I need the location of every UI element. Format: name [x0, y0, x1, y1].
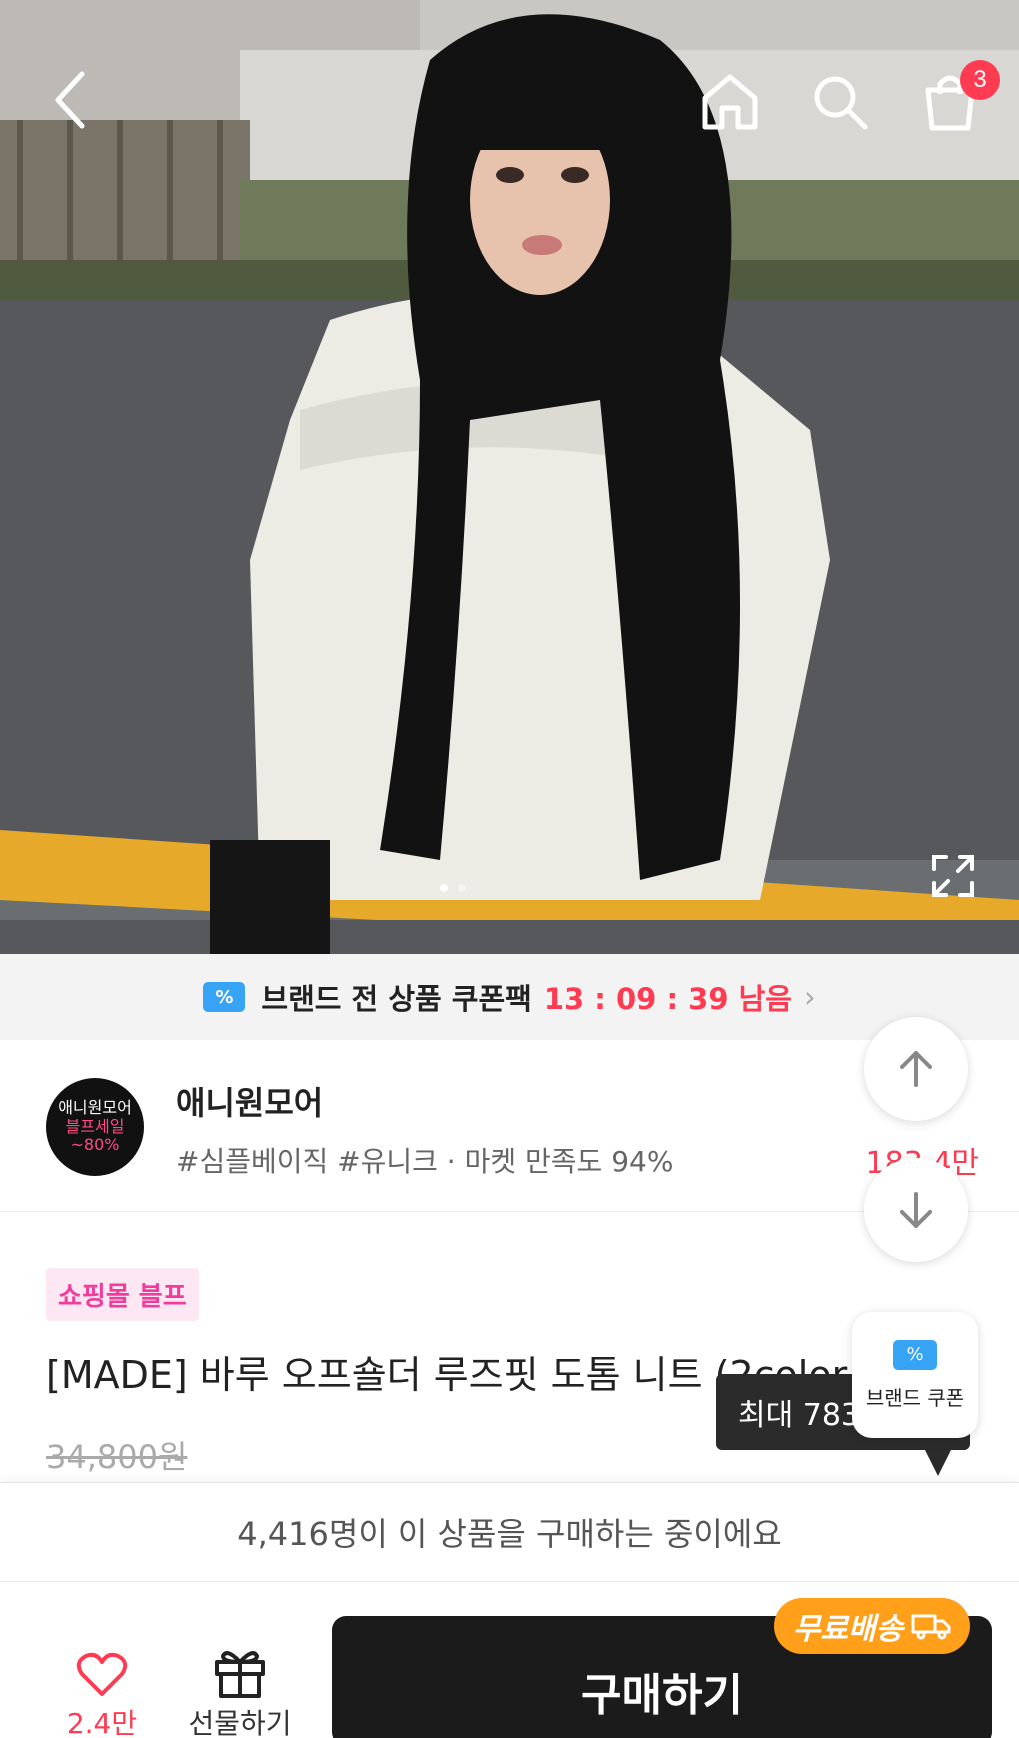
- arrow-down-icon: [900, 1192, 932, 1228]
- heart-icon: [76, 1652, 128, 1696]
- coupon-pack-banner[interactable]: % 브랜드 전 상품 쿠폰팩 13 : 09 : 39 남음 ›: [0, 954, 1019, 1040]
- expand-icon: [931, 854, 974, 897]
- brand-coupon-button[interactable]: % 브랜드 쿠폰: [852, 1312, 978, 1438]
- pager-dot: [440, 884, 448, 892]
- brand-logo-discount: ~80%: [70, 1135, 120, 1155]
- truck-icon: [911, 1614, 951, 1640]
- wishlist-button[interactable]: 2.4만: [62, 1652, 142, 1738]
- brand-tags: #심플베이직 #유니크 · 마켓 만족도 94%: [176, 1145, 674, 1178]
- buy-label: 구매하기: [581, 1670, 743, 1721]
- search-button[interactable]: [800, 62, 880, 142]
- coupon-icon: %: [203, 982, 246, 1012]
- mall-sale-tag: 쇼핑몰 블프: [46, 1268, 199, 1321]
- image-pager-dots: [440, 884, 466, 892]
- coupon-icon: %: [893, 1339, 937, 1370]
- scroll-bottom-button[interactable]: [864, 1158, 968, 1262]
- brand-coupon-label: 브랜드 쿠폰: [865, 1385, 965, 1410]
- free-shipping-badge: 무료배송: [774, 1598, 970, 1654]
- free-shipping-label: 무료배송: [792, 1612, 904, 1647]
- gift-icon: [215, 1651, 265, 1698]
- arrow-up-icon: [900, 1051, 932, 1087]
- cart-count-badge: 3: [960, 60, 1000, 100]
- product-photo: [0, 0, 1019, 954]
- brand-logo-sale: 블프세일: [65, 1116, 125, 1136]
- gift-button[interactable]: 선물하기: [180, 1646, 300, 1738]
- brand-logo[interactable]: 애니원모어 블프세일 ~80%: [46, 1078, 144, 1176]
- chevron-right-icon: ›: [803, 980, 816, 1014]
- bottom-action-bar: 2.4만 선물하기 구매하기 무료배송: [0, 1582, 1019, 1738]
- coupon-timer: 13 : 09 : 39 남음: [543, 982, 792, 1016]
- home-button[interactable]: [690, 62, 770, 142]
- pager-dot: [458, 884, 466, 892]
- chevron-left-icon: [55, 71, 85, 129]
- tooltip-text: 최대 783: [738, 1398, 860, 1433]
- brand-name[interactable]: 애니원모어: [176, 1078, 323, 1124]
- search-icon: [814, 76, 868, 130]
- brand-logo-name: 애니원모어: [58, 1098, 132, 1118]
- tooltip-tail: [924, 1448, 952, 1476]
- original-price: 34,800원: [46, 1438, 188, 1476]
- wishlist-count: 2.4만: [66, 1707, 138, 1738]
- scroll-top-button[interactable]: [864, 1017, 968, 1121]
- home-icon: [702, 74, 758, 130]
- coupon-pack-label: 브랜드 전 상품 쿠폰팩: [261, 982, 532, 1016]
- product-image[interactable]: 3: [0, 0, 1019, 954]
- purchasing-now-text: 4,416명이 이 상품을 구매하는 중이에요: [237, 1515, 782, 1553]
- purchasing-now-notice: 4,416명이 이 상품을 구매하는 중이에요: [0, 1482, 1019, 1582]
- expand-image-button[interactable]: [925, 848, 980, 903]
- back-button[interactable]: [40, 60, 100, 140]
- gift-label: 선물하기: [188, 1707, 292, 1738]
